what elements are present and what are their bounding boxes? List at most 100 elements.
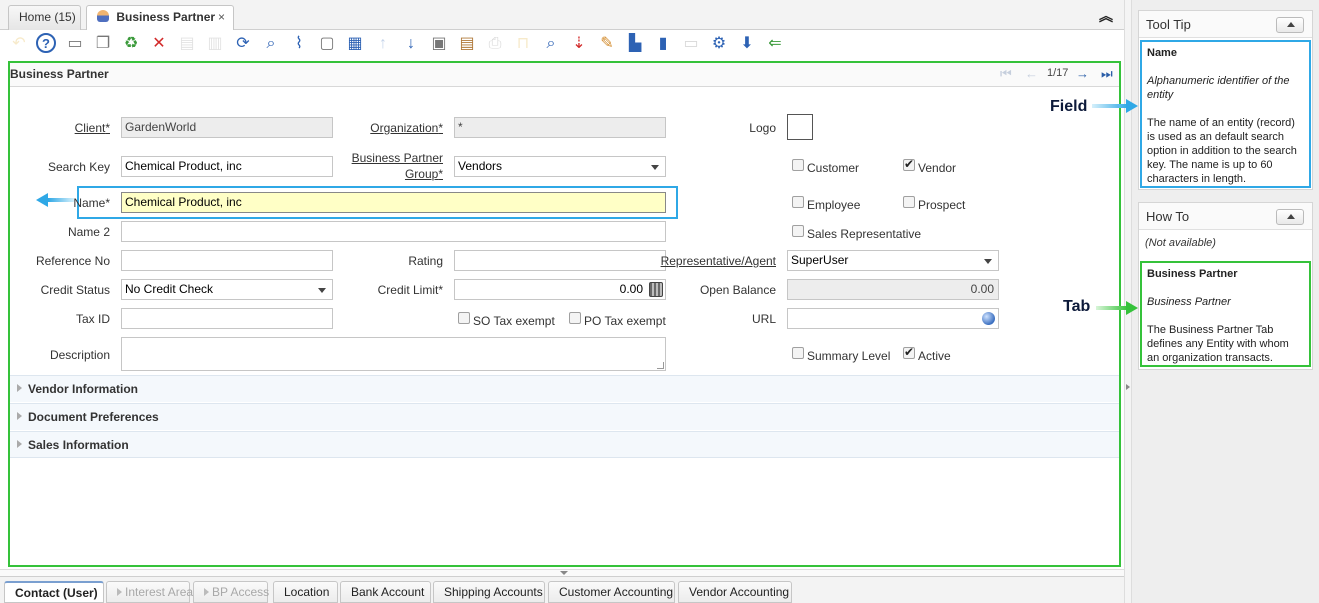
collapse-howto-button[interactable] (1276, 209, 1304, 225)
section-document-preferences[interactable]: Document Preferences (10, 403, 1119, 430)
request-icon[interactable]: ✎ (596, 33, 618, 55)
record-counter: 1/17 (1047, 67, 1069, 79)
reference-no-label: Reference No (35, 254, 110, 268)
prospect-checkbox[interactable] (903, 196, 915, 208)
vendor-checkbox[interactable] (903, 157, 915, 171)
section-sales-information[interactable]: Sales Information (10, 431, 1119, 458)
rating-input[interactable] (454, 250, 666, 271)
summary-level-label: Summary Level (807, 349, 891, 363)
process-icon[interactable]: ⬇ (736, 33, 758, 55)
field-help-box: Name Alphanumeric identifier of the enti… (1140, 40, 1311, 188)
logo-label: Logo (749, 121, 776, 135)
tab-bank-account[interactable]: Bank Account (340, 581, 431, 603)
close-icon[interactable]: × (218, 10, 225, 24)
first-record-icon[interactable]: ⏮ (1000, 66, 1012, 82)
representative-select[interactable]: SuperUser (787, 250, 999, 271)
toolbar: ↶? ▭ ❐ ♻ ✕ ▤ ▥ ⟳ ⌕ ⌇ ▢ ▦ ↑ ↓ ▣ ▤ ⎙ ⊓ ⌕ ⇣ ✎ ▙ ▮ ▭ ⚙ ⬇ ⇐ (0, 30, 1124, 60)
undo-icon[interactable]: ↶ (8, 33, 30, 55)
search-key-input[interactable]: Chemical Product, inc (121, 156, 333, 177)
name-input[interactable]: Chemical Product, inc (121, 192, 666, 213)
tab-location[interactable]: Location (273, 581, 338, 603)
delete-selection-icon[interactable]: ✕ (148, 33, 170, 55)
end-icon[interactable]: ⇐ (764, 33, 786, 55)
archive-icon[interactable]: ▤ (456, 33, 478, 55)
bp-group-select[interactable]: Vendors (454, 156, 666, 177)
panel-title: Business Partner (10, 67, 109, 81)
howto-panel-title: How To (1146, 209, 1190, 224)
tab-interest-area[interactable]: Interest Area (106, 581, 193, 603)
so-tax-exempt-checkbox[interactable] (458, 312, 470, 324)
copy-record-icon[interactable]: ❐ (92, 33, 114, 55)
report-icon[interactable]: ▣ (428, 33, 450, 55)
resize-handle-icon[interactable] (657, 362, 664, 369)
tab-customer-accounting[interactable]: Customer Accounting (548, 581, 675, 603)
detail-record-icon[interactable]: ↓ (400, 33, 422, 55)
summary-level-checkbox[interactable] (792, 347, 804, 359)
organization-field[interactable]: * (454, 117, 666, 138)
active-workflows-icon[interactable]: ⇣ (568, 33, 590, 55)
detail-panel: Business Partner ⏮ ← 1/17 → ⏭ Client* Ga… (8, 61, 1121, 567)
tax-id-input[interactable] (121, 308, 333, 329)
credit-limit-value: 0.00 (619, 282, 643, 296)
previous-record-icon[interactable]: ← (1025, 66, 1038, 81)
last-record-icon[interactable]: ⏭ (1101, 66, 1113, 82)
chevron-right-icon (17, 384, 22, 392)
credit-status-select[interactable]: No Credit Check (121, 279, 333, 300)
calculator-icon[interactable] (649, 282, 663, 297)
customize-icon[interactable]: ⚙ (708, 33, 730, 55)
active-checkbox[interactable] (903, 345, 915, 359)
howto-not-available: (Not available) (1145, 237, 1216, 249)
sales-rep-checkbox[interactable] (792, 225, 804, 237)
refresh-icon[interactable]: ⟳ (232, 33, 254, 55)
attachment-icon[interactable]: ⌇ (288, 33, 310, 55)
print-icon[interactable]: ⎙ (484, 33, 506, 55)
po-tax-exempt-checkbox[interactable] (569, 312, 581, 324)
tab-bp-access[interactable]: BP Access (193, 581, 269, 603)
save-icon[interactable]: ▤ (176, 33, 198, 55)
tab-home[interactable]: Home (15) (8, 5, 81, 30)
logo-image-box[interactable] (787, 114, 813, 140)
zoom-across-icon[interactable]: ⌕ (540, 33, 562, 55)
reference-no-input[interactable] (121, 250, 333, 271)
annotation-name-arrow (36, 193, 74, 207)
help-icon[interactable]: ? (36, 33, 56, 53)
parent-record-icon[interactable]: ↑ (372, 33, 394, 55)
name2-input[interactable] (121, 221, 666, 242)
next-record-icon[interactable]: → (1076, 66, 1089, 81)
tab-help-text: The Business Partner Tab defines any Ent… (1147, 324, 1289, 364)
tab-contact-user[interactable]: Contact (User) (4, 581, 104, 603)
chat-icon[interactable]: ▢ (316, 33, 338, 55)
credit-limit-label: Credit Limit* (377, 283, 443, 297)
tooltip-panel-header: Tool Tip (1139, 11, 1312, 38)
active-label: Active (918, 349, 951, 363)
new-record-icon[interactable]: ▭ (64, 33, 86, 55)
tab-vendor-accounting[interactable]: Vendor Accounting (678, 581, 792, 603)
description-textarea[interactable] (121, 337, 666, 371)
employee-checkbox[interactable] (792, 196, 804, 208)
lock-icon[interactable]: ⊓ (512, 33, 534, 55)
credit-status-value: No Credit Check (125, 282, 214, 296)
url-input[interactable] (787, 308, 999, 329)
open-balance-label: Open Balance (699, 283, 776, 297)
delete-record-icon[interactable]: ♻ (120, 33, 142, 55)
collapse-tooltip-button[interactable] (1276, 17, 1304, 33)
customer-checkbox[interactable] (792, 159, 804, 171)
client-field[interactable]: GardenWorld (121, 117, 333, 138)
collapse-header-icon[interactable]: ︽ (1099, 6, 1113, 26)
product-info-icon[interactable]: ▙ (624, 33, 646, 55)
open-balance-field[interactable]: 0.00 (787, 279, 999, 300)
representative-value: SuperUser (791, 253, 849, 267)
search-key-label: Search Key (47, 160, 110, 174)
save-new-icon[interactable]: ▥ (204, 33, 226, 55)
section-vendor-information[interactable]: Vendor Information (10, 375, 1119, 402)
tab-shipping-accounts[interactable]: Shipping Accounts (433, 581, 545, 603)
horizontal-splitter[interactable] (0, 569, 1124, 576)
export-icon[interactable]: ▮ (652, 33, 674, 55)
globe-icon[interactable] (982, 312, 995, 325)
file-import-icon[interactable]: ▭ (680, 33, 702, 55)
find-icon[interactable]: ⌕ (260, 33, 282, 55)
credit-limit-input[interactable]: 0.00 (454, 279, 666, 300)
chevron-down-icon (318, 288, 326, 293)
grid-toggle-icon[interactable]: ▦ (344, 33, 366, 55)
tab-business-partner[interactable]: Business Partner × (86, 5, 234, 31)
